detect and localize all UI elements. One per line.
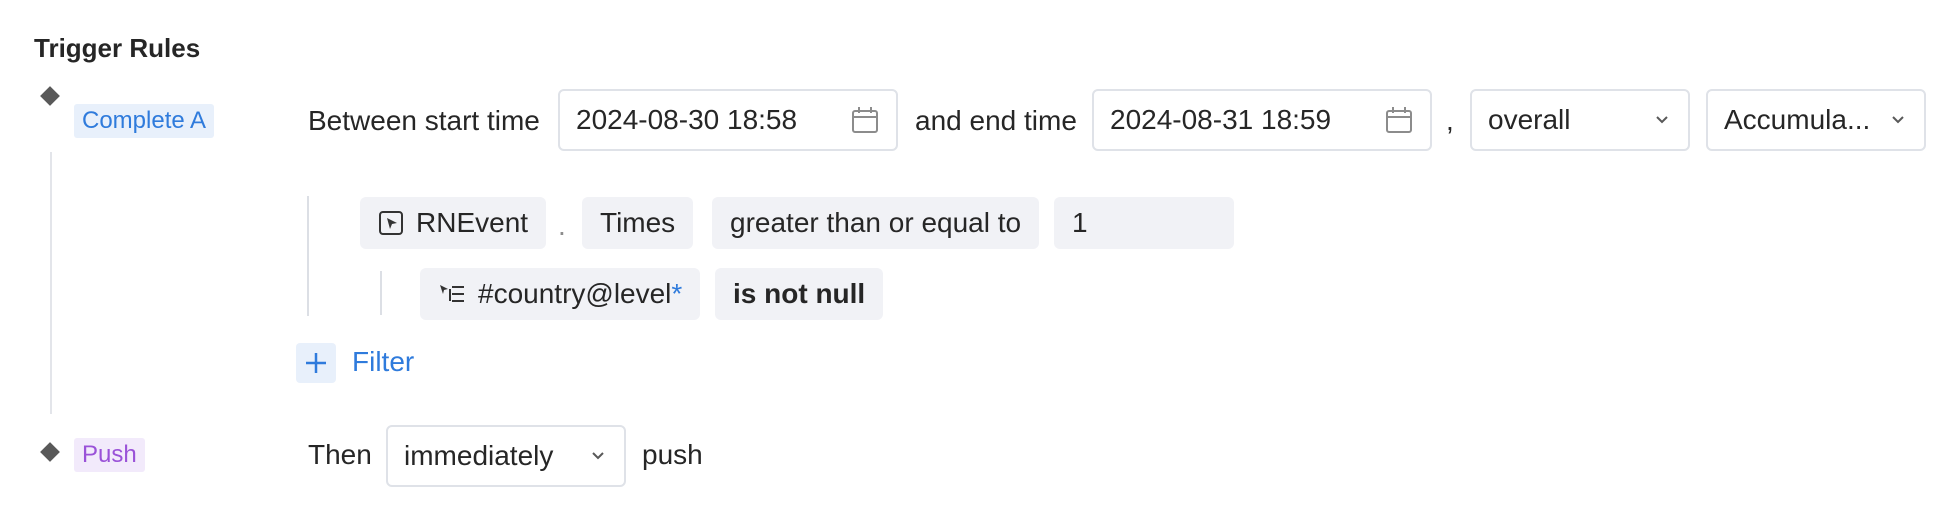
condition-group-line: [307, 196, 309, 316]
push-timing-select[interactable]: immediately: [386, 425, 626, 487]
step-a-diamond-icon: [40, 86, 60, 106]
threshold-value-input[interactable]: 1: [1054, 197, 1234, 249]
accumulation-mode-value: Accumula...: [1724, 104, 1871, 135]
step-connector-line: [50, 152, 52, 414]
filter-operator-selector[interactable]: is not null: [715, 268, 884, 320]
metric-selector[interactable]: Times: [582, 197, 694, 249]
end-time-picker[interactable]: 2024-08-31 18:59: [1092, 89, 1432, 151]
chevron-down-icon: [1656, 116, 1668, 124]
calendar-icon: [1386, 107, 1412, 133]
add-filter-button[interactable]: [296, 343, 336, 383]
scope-select-value: overall: [1488, 104, 1571, 135]
and-end-time-label: and end time: [915, 105, 1077, 136]
calendar-icon: [852, 107, 878, 133]
event-dot-separator: .: [558, 210, 566, 241]
filter-group-line: [380, 271, 382, 315]
operator-selector[interactable]: greater than or equal to: [712, 197, 1040, 249]
chevron-down-icon: [592, 452, 604, 460]
event-name: RNEvent: [416, 207, 529, 238]
start-time-picker[interactable]: 2024-08-30 18:58: [558, 89, 898, 151]
between-start-time-label: Between start time: [308, 105, 540, 136]
event-selector[interactable]: RNEvent: [360, 197, 547, 249]
push-label: push: [642, 439, 703, 470]
push-timing-value: immediately: [404, 440, 554, 471]
event-cursor-icon: [379, 211, 403, 235]
start-time-value: 2024-08-30 18:58: [576, 104, 798, 135]
comma-separator: ,: [1446, 105, 1454, 136]
then-label: Then: [308, 439, 372, 470]
step-tag-complete-a: Complete A: [74, 104, 215, 138]
chevron-down-icon: [1892, 116, 1904, 124]
filter-property-selector[interactable]: #country@level *: [420, 268, 701, 320]
filter-property-name: #country@level: [478, 278, 672, 309]
step-push-diamond-icon: [40, 442, 60, 462]
section-title: Trigger Rules: [34, 33, 201, 63]
plus-icon: [306, 353, 326, 373]
accumulation-mode-select[interactable]: Accumula...: [1706, 89, 1926, 151]
required-asterisk: *: [671, 278, 683, 309]
trigger-rules-panel: Trigger Rules Complete A Between start t…: [0, 0, 1960, 508]
scope-select[interactable]: overall: [1470, 89, 1690, 151]
step-tag-push: Push: [74, 438, 145, 472]
end-time-value: 2024-08-31 18:59: [1110, 104, 1332, 135]
add-filter-link[interactable]: Filter: [352, 344, 414, 380]
property-filter-icon: [440, 285, 464, 302]
